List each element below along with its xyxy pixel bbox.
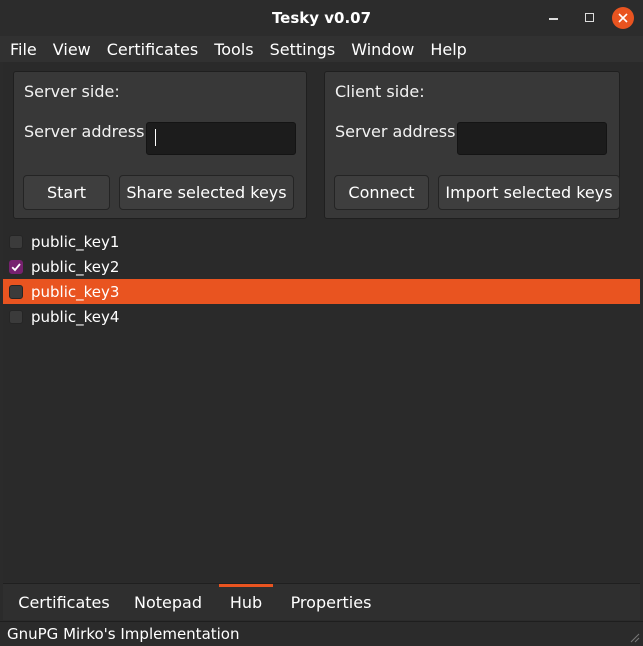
menu-certificates[interactable]: Certificates — [99, 40, 206, 59]
tab-certificates[interactable]: Certificates — [15, 584, 113, 620]
checkmark-icon — [11, 262, 21, 271]
import-selected-keys-button[interactable]: Import selected keys — [438, 175, 620, 210]
client-address-label: Server address: — [335, 122, 461, 141]
key-label: public_key3 — [31, 282, 120, 301]
key-checkbox[interactable] — [9, 309, 23, 324]
menu-file[interactable]: File — [0, 40, 45, 59]
status-text: GnuPG Mirko's Implementation — [7, 625, 240, 643]
key-label: public_key4 — [31, 307, 120, 326]
key-label: public_key2 — [31, 257, 120, 276]
tab-properties[interactable]: Properties — [286, 584, 376, 620]
share-selected-keys-button[interactable]: Share selected keys — [119, 175, 294, 210]
list-item[interactable]: public_key2 — [3, 254, 640, 279]
resize-grip-icon[interactable] — [628, 631, 640, 643]
connect-button[interactable]: Connect — [334, 175, 429, 210]
menu-tools[interactable]: Tools — [206, 40, 261, 59]
tab-hub[interactable]: Hub — [219, 584, 273, 620]
tab-notepad[interactable]: Notepad — [129, 584, 207, 620]
key-list: public_key1 public_key2 public_key3 publ… — [3, 229, 640, 329]
server-address-input[interactable] — [146, 122, 296, 155]
key-checkbox[interactable] — [9, 234, 23, 249]
menu-help[interactable]: Help — [422, 40, 474, 59]
key-checkbox[interactable] — [9, 259, 23, 274]
start-button[interactable]: Start — [23, 175, 110, 210]
menu-bar: File View Certificates Tools Settings Wi… — [0, 36, 643, 62]
client-side-heading: Client side: — [335, 82, 425, 101]
menu-view[interactable]: View — [45, 40, 99, 59]
close-icon[interactable] — [612, 7, 634, 29]
client-side-group: Client side: Server address: Connect Imp… — [324, 71, 620, 219]
title-bar[interactable]: Tesky v0.07 — [0, 0, 643, 36]
key-label: public_key1 — [31, 232, 120, 251]
menu-settings[interactable]: Settings — [262, 40, 344, 59]
list-item[interactable]: public_key1 — [3, 229, 640, 254]
hub-panel: Server side: Server address: Start Share… — [3, 62, 640, 582]
maximize-icon[interactable] — [579, 7, 601, 29]
status-bar: GnuPG Mirko's Implementation — [0, 621, 643, 646]
text-caret — [155, 129, 156, 146]
menu-window[interactable]: Window — [343, 40, 422, 59]
client-address-input[interactable] — [457, 122, 607, 155]
list-item[interactable]: public_key4 — [3, 304, 640, 329]
key-checkbox[interactable] — [9, 284, 23, 299]
minimize-icon[interactable] — [543, 7, 565, 29]
server-side-heading: Server side: — [24, 82, 120, 101]
server-side-group: Server side: Server address: Start Share… — [13, 71, 307, 219]
list-item[interactable]: public_key3 — [3, 279, 640, 304]
server-address-label: Server address: — [24, 122, 150, 141]
bottom-tab-bar: Certificates Notepad Hub Properties — [3, 583, 640, 620]
